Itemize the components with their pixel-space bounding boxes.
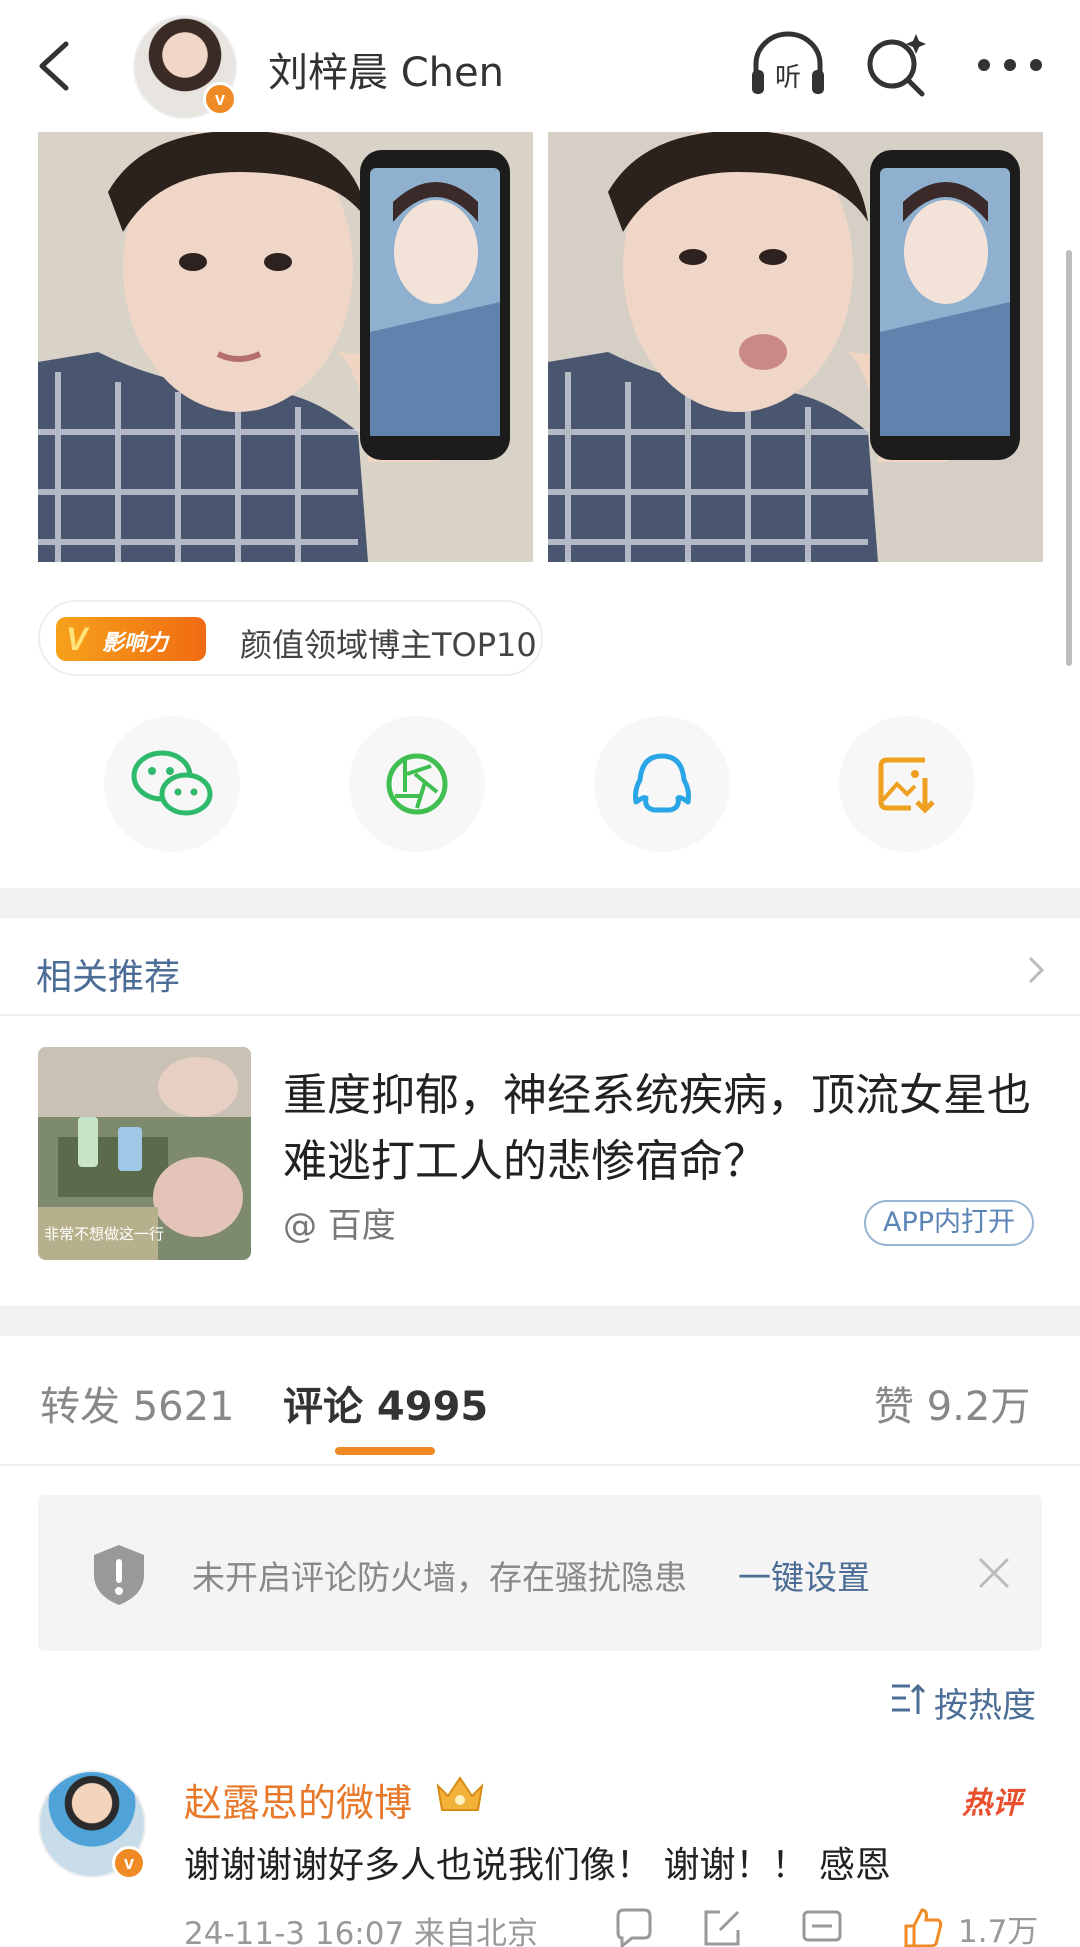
reply-icon[interactable]	[612, 1906, 656, 1947]
influence-v: V	[66, 621, 88, 657]
more-icon[interactable]	[970, 30, 1050, 100]
qq-icon	[633, 753, 691, 813]
section-divider	[0, 1306, 1080, 1336]
firewall-notice: 未开启评论防火墙，存在骚扰隐患 一键设置	[38, 1495, 1042, 1651]
comment-time: 24-11-3 16:07 来自北京	[184, 1916, 539, 1947]
comment-author[interactable]: 赵露思的微博	[184, 1772, 412, 1827]
top-bar: v 刘梓晨 Chen 听	[0, 0, 1080, 132]
related-title: 相关推荐	[36, 957, 181, 998]
crown-icon	[434, 1772, 486, 1816]
sort-by-heat-button[interactable]: 按热度	[890, 1674, 1046, 1726]
influence-text: 颜值领域博主TOP10	[240, 626, 537, 664]
tab-likes[interactable]: 赞 9.2万	[874, 1374, 1030, 1432]
sort-label: 按热度	[934, 1686, 1036, 1726]
verified-badge: v	[203, 82, 237, 116]
share-qq-button[interactable]	[594, 716, 730, 852]
save-image-icon	[878, 757, 935, 814]
related-headline[interactable]: 重度抑郁，神经系统疾病，顶流女星也难逃打工人的悲惨宿命？	[283, 1063, 1043, 1195]
save-image-button[interactable]	[839, 716, 975, 852]
user-name[interactable]: 刘梓晨 Chen	[268, 40, 504, 98]
comment-like-count: 1.7万	[958, 1914, 1039, 1947]
divider	[0, 1014, 1080, 1016]
listen-label: 听	[775, 63, 801, 93]
related-source: @ 百度	[283, 1206, 396, 1246]
verified-badge: v	[112, 1846, 146, 1880]
search-icon[interactable]	[862, 30, 932, 100]
firewall-setup-link[interactable]: 一键设置	[738, 1551, 870, 1599]
influence-badge[interactable]: V 影响力 颜值领域博主TOP10	[38, 600, 543, 676]
section-divider	[0, 888, 1080, 918]
firewall-text: 未开启评论防火墙，存在骚扰隐患	[192, 1558, 687, 1597]
close-icon[interactable]	[974, 1553, 1014, 1593]
post-image-2[interactable]	[548, 132, 1043, 562]
thumbnail-caption: 非常不想做这一行	[44, 1225, 164, 1243]
back-icon[interactable]	[28, 36, 88, 96]
scrollbar[interactable]	[1066, 250, 1072, 666]
post-image-1[interactable]	[38, 132, 533, 562]
comment-icon[interactable]	[800, 1906, 844, 1947]
active-tab-indicator	[335, 1447, 435, 1455]
share-icon[interactable]	[700, 1906, 744, 1947]
comment-text: 谢谢谢谢好多人也说我们像！ 谢谢！！ 感恩	[184, 1845, 891, 1886]
chevron-right-icon[interactable]	[1024, 952, 1048, 988]
listen-icon[interactable]: 听	[748, 30, 828, 100]
hot-comment-badge: 热评	[962, 1786, 1022, 1821]
tab-repost[interactable]: 转发 5621	[40, 1374, 235, 1432]
open-in-app-button[interactable]: APP内打开	[864, 1200, 1034, 1246]
like-icon[interactable]	[900, 1906, 944, 1947]
tab-comments[interactable]: 评论 4995	[283, 1374, 488, 1432]
share-moments-button[interactable]	[349, 716, 485, 852]
sort-icon	[890, 1682, 926, 1716]
share-wechat-button[interactable]	[104, 716, 240, 852]
influence-badge-text: 影响力	[102, 631, 169, 656]
wechat-icon	[131, 750, 213, 816]
shield-icon	[90, 1543, 148, 1607]
related-thumbnail[interactable]: 非常不想做这一行	[38, 1047, 251, 1260]
moments-icon	[386, 753, 448, 815]
influence-logo: V 影响力	[56, 617, 206, 661]
divider	[0, 1464, 1080, 1466]
